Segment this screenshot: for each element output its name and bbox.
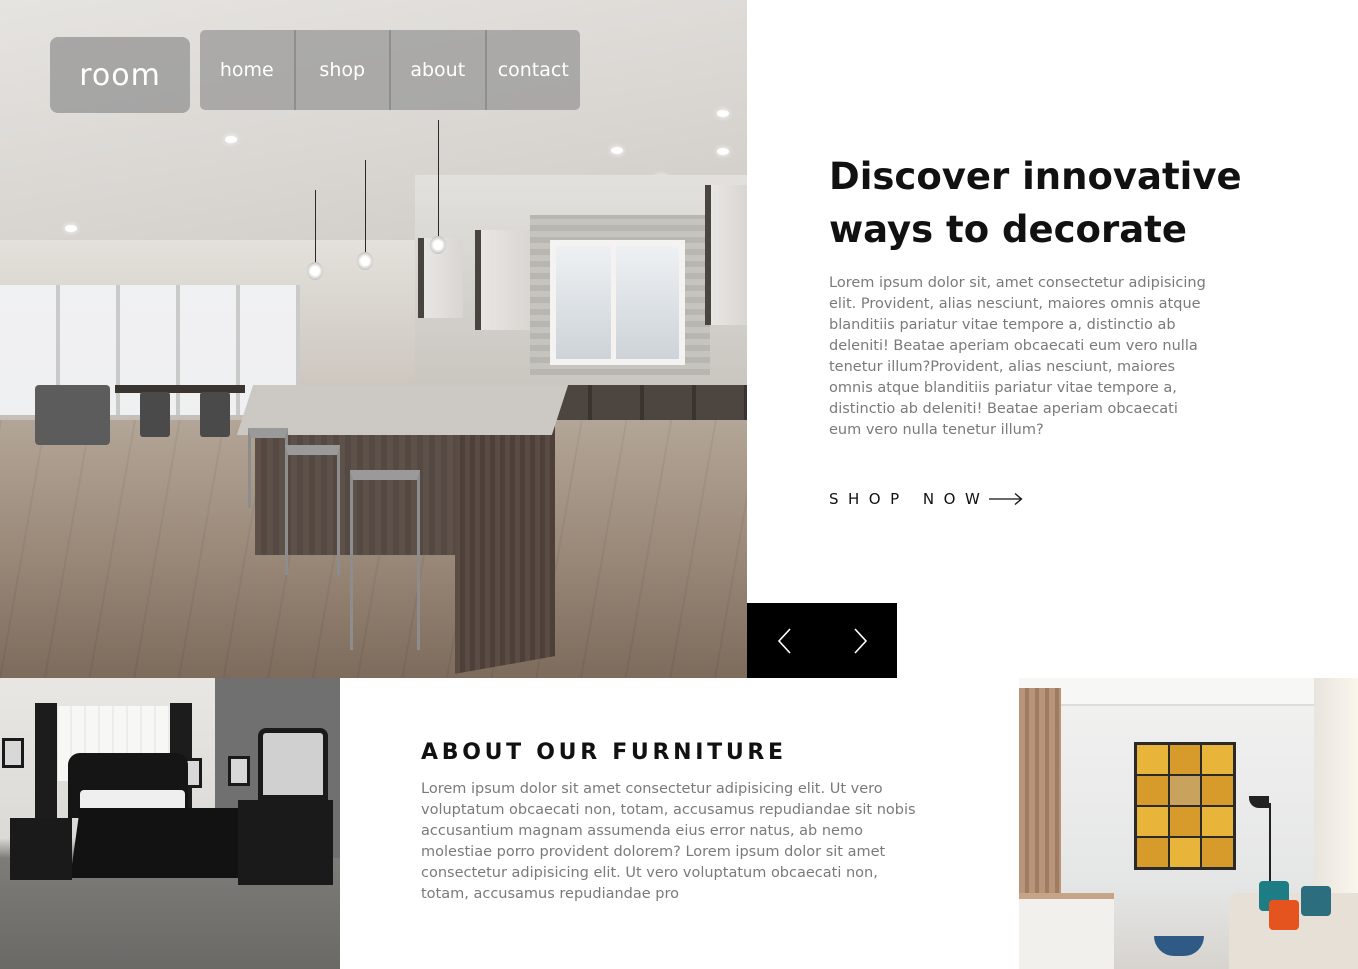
logo-text: room [79, 57, 161, 93]
slider-next-button[interactable] [822, 603, 897, 678]
hero-description: Lorem ipsum dolor sit, amet consectetur … [829, 275, 1206, 438]
about-title: ABOUT OUR FURNITURE [421, 740, 787, 765]
slider-controls [747, 603, 897, 678]
hero-title-line-2: ways to decorate [829, 208, 1187, 251]
nav-item-about[interactable]: about [391, 30, 487, 110]
living-room-image [1019, 678, 1358, 969]
nav-item-contact[interactable]: contact [486, 30, 580, 110]
hero-title-line-1: Discover innovative [829, 155, 1242, 198]
shop-now-label: SHOP NOW [829, 490, 990, 508]
logo[interactable]: room [50, 37, 190, 113]
nav-item-home[interactable]: home [200, 30, 296, 110]
main-nav: home shop about contact [200, 30, 580, 110]
nav-item-shop[interactable]: shop [295, 30, 391, 110]
chevron-left-icon [777, 627, 791, 654]
long-arrow-right-icon [989, 493, 1023, 505]
bedroom-image [0, 678, 340, 969]
page: room home shop about contact Discover in… [0, 0, 1358, 969]
chevron-right-icon [853, 627, 867, 654]
slider-prev-button[interactable] [747, 603, 822, 678]
hero-title: Discover innovative ways to decorate [829, 150, 1249, 256]
about-description: Lorem ipsum dolor sit amet consectetur a… [421, 781, 916, 902]
shop-now-link[interactable]: SHOP NOW [829, 490, 1023, 508]
